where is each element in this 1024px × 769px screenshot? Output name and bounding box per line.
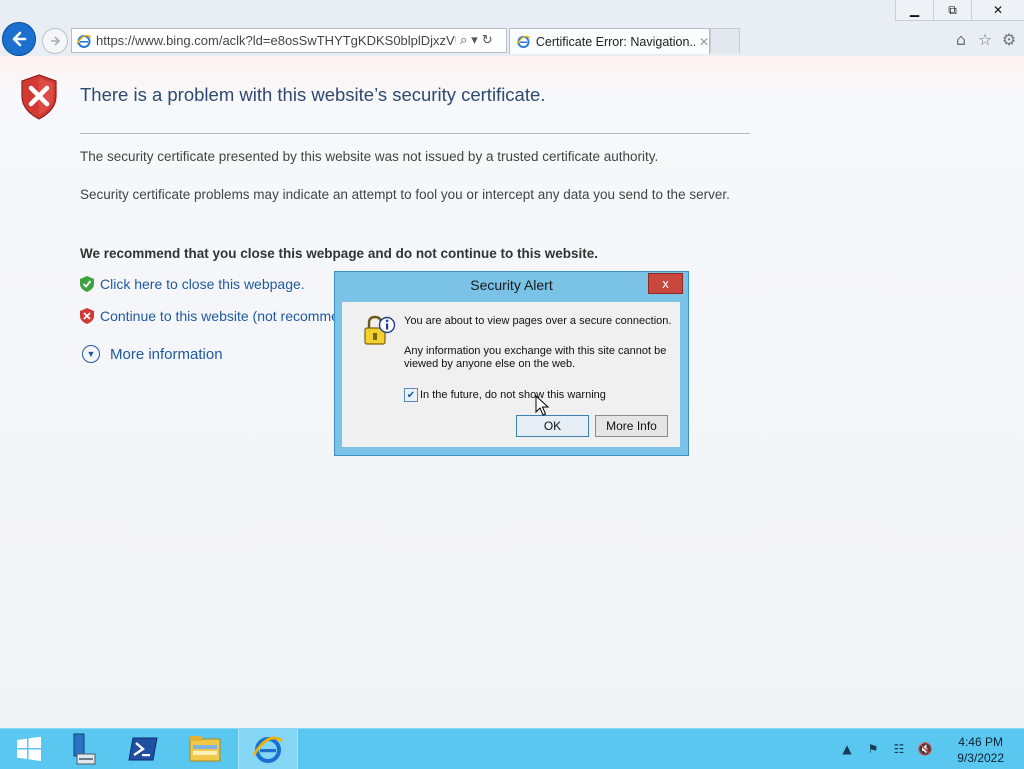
close-window-button[interactable]: ✕ xyxy=(971,0,1024,21)
restore-button[interactable]: ⧉ xyxy=(933,0,971,21)
tab-certificate-error[interactable]: Certificate Error: Navigation... ✕ xyxy=(509,28,710,54)
browser-tools: ⌂ ☆ ⚙ xyxy=(952,30,1018,49)
arrow-left-icon xyxy=(12,31,27,47)
home-icon[interactable]: ⌂ xyxy=(952,30,970,49)
green-shield-icon xyxy=(80,276,94,292)
url-text[interactable]: https://www.bing.com/aclk?ld=e8osSwTHYTg… xyxy=(96,33,456,48)
favorites-star-icon[interactable]: ☆ xyxy=(976,30,994,49)
divider xyxy=(80,133,750,134)
start-button[interactable] xyxy=(0,729,58,769)
address-bar[interactable]: https://www.bing.com/aclk?ld=e8osSwTHYTg… xyxy=(71,28,507,53)
dialog-close-button[interactable]: x xyxy=(648,273,683,294)
dialog-title: Security Alert xyxy=(470,277,553,293)
taskbar-powershell[interactable] xyxy=(114,729,172,769)
tab-title: Certificate Error: Navigation... xyxy=(535,34,695,49)
close-tab-icon[interactable]: ✕ xyxy=(699,35,709,49)
more-information-toggle[interactable]: ▼ More information xyxy=(82,345,223,363)
action-center-flag-icon[interactable]: ⚑ xyxy=(864,741,882,757)
description-text: The security certificate presented by th… xyxy=(80,149,659,164)
clock[interactable]: 4:46 PM 9/3/2022 xyxy=(957,734,1004,766)
dropdown-icon[interactable]: ▾ xyxy=(471,33,478,48)
gear-icon[interactable]: ⚙ xyxy=(1000,30,1018,49)
red-shield-icon xyxy=(80,308,94,324)
windows-logo-icon xyxy=(17,736,41,761)
system-tray: ▲ ⚑ ☷ 🔇 xyxy=(838,741,934,757)
refresh-icon[interactable]: ↻ xyxy=(482,33,493,48)
close-webpage-link[interactable]: Click here to close this webpage. xyxy=(80,276,305,292)
dialog-message-2: Any information you exchange with this s… xyxy=(404,345,667,370)
folder-icon xyxy=(189,736,221,762)
close-webpage-label[interactable]: Click here to close this webpage. xyxy=(100,276,305,292)
ie-logo-icon xyxy=(252,736,283,763)
do-not-show-checkbox-row[interactable]: ✔ In the future, do not show this warnin… xyxy=(404,388,606,402)
taskbar-file-explorer[interactable] xyxy=(176,729,234,769)
lock-info-icon xyxy=(364,315,396,345)
window-controls: ▁ ⧉ ✕ xyxy=(895,0,1024,21)
do-not-show-checkbox[interactable]: ✔ xyxy=(404,388,418,402)
do-not-show-label[interactable]: In the future, do not show this warning xyxy=(420,389,606,401)
more-information-label[interactable]: More information xyxy=(110,346,223,363)
show-hidden-icons-icon[interactable]: ▲ xyxy=(838,741,856,757)
arrow-right-icon xyxy=(51,36,61,46)
error-shield-icon xyxy=(21,74,57,120)
powershell-icon xyxy=(128,737,158,761)
minimize-button[interactable]: ▁ xyxy=(895,0,933,21)
taskbar-internet-explorer[interactable] xyxy=(238,729,298,769)
forward-button[interactable] xyxy=(42,28,68,54)
browser-chrome: ▁ ⧉ ✕ https://www.bing.com/aclk?ld=e8osS… xyxy=(0,0,1024,57)
dialog-body: You are about to view pages over a secur… xyxy=(342,302,680,447)
server-manager-icon xyxy=(73,733,96,765)
dialog-message-1: You are about to view pages over a secur… xyxy=(404,315,672,327)
warning-text: Security certificate problems may indica… xyxy=(80,187,730,202)
page-title: There is a problem with this website’s s… xyxy=(80,84,546,105)
mouse-pointer-icon xyxy=(535,395,549,416)
search-icon[interactable]: ⌕ xyxy=(460,33,467,48)
network-icon[interactable]: ☷ xyxy=(890,741,908,757)
back-button[interactable] xyxy=(2,22,36,56)
new-tab-button[interactable] xyxy=(710,28,740,53)
ie-logo-icon xyxy=(516,35,531,49)
ok-button[interactable]: OK xyxy=(516,415,589,437)
recommendation-text: We recommend that you close this webpage… xyxy=(80,246,599,261)
security-alert-dialog: Security Alert x You are about to view p… xyxy=(334,271,689,456)
chevron-down-icon: ▼ xyxy=(82,345,100,363)
ie-logo-icon xyxy=(76,34,92,48)
clock-date: 9/3/2022 xyxy=(957,751,1004,765)
more-info-button[interactable]: More Info xyxy=(595,415,668,437)
taskbar: ▲ ⚑ ☷ 🔇 4:46 PM 9/3/2022 xyxy=(0,728,1024,769)
taskbar-server-manager[interactable] xyxy=(52,729,110,769)
clock-time: 4:46 PM xyxy=(958,735,1003,749)
volume-muted-icon[interactable]: 🔇 xyxy=(916,741,934,757)
